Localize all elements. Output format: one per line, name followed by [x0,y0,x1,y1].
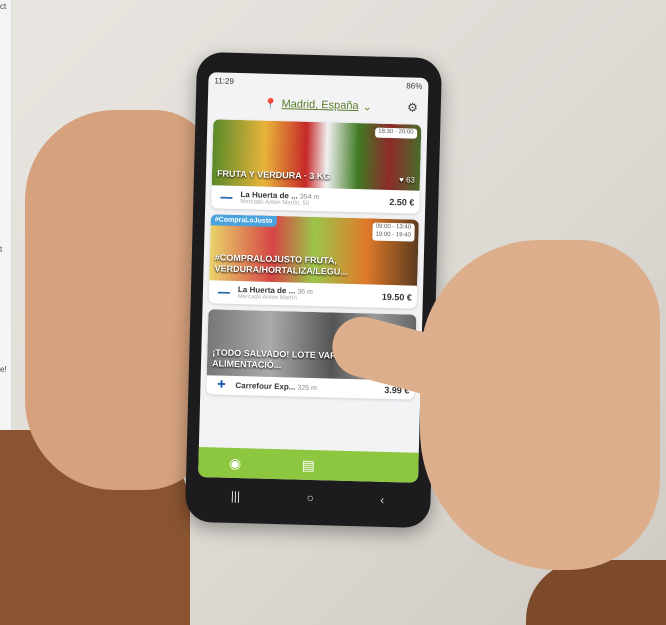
bottom-nav: ◉ ▤ [198,447,419,483]
location-selector[interactable]: 📍 Madrid, España ⌄ ⚙ [208,88,429,122]
home-icon[interactable]: ○ [306,491,314,505]
back-icon[interactable]: ‹ [380,493,384,507]
favorites-count[interactable]: ♥ 63 [399,175,415,184]
offer-card[interactable]: #CompraLoJusto 09:00 - 13:40 19:00 - 19:… [208,214,419,309]
strip-text: t [0,245,3,254]
map-pin-icon: 📍 [263,98,278,111]
store-distance: 36 m [297,288,313,296]
recents-icon[interactable]: ||| [231,489,241,503]
phone-screen: 11:29 86% 📍 Madrid, España ⌄ ⚙ 18:30 - 2… [198,72,429,483]
campaign-badge: #CompraLoJusto [210,214,277,228]
offer-price: 19.50 € [381,291,412,303]
system-nav-bar: ||| ○ ‹ [197,480,418,516]
user-icon[interactable] [345,451,419,483]
strip-text: ct [0,2,7,11]
offer-image: 18:30 - 20:00 FRUTA Y VERDURA · 3 KG ♥ 6… [211,119,422,191]
offer-title: #COMPRALOJUSTO FRUTA, VERDURA/HORTALIZA/… [214,252,348,278]
bag-icon[interactable]: ▤ [271,449,345,481]
pickup-time: 18:30 - 20:00 [375,127,418,139]
offer-card[interactable]: 18:30 - 20:00 FRUTA Y VERDURA · 3 KG ♥ 6… [211,119,422,214]
strip-text: e! [0,365,7,374]
smartphone: 11:29 86% 📍 Madrid, España ⌄ ⚙ 18:30 - 2… [184,51,443,529]
filter-icon[interactable]: ⚙ [407,100,418,114]
map-pin-icon[interactable]: ◉ [198,447,272,479]
pickup-time: 09:00 - 13:40 19:00 - 19:40 [372,222,415,242]
store-logo: ▬▬ [217,288,230,296]
store-logo: ▬▬ [220,194,233,201]
store-name: Carrefour Exp... [235,380,296,392]
status-battery: 86% [406,80,423,91]
chevron-down-icon[interactable]: ⌄ [362,100,372,113]
store-logo: ✚ [217,379,226,391]
status-time: 11:29 [214,75,235,86]
offer-price: 2.50 € [389,196,415,208]
location-label[interactable]: Madrid, España [281,98,358,112]
right-sleeve [526,560,666,625]
right-hand [420,240,660,570]
offer-title: FRUTA Y VERDURA · 3 KG [216,168,331,182]
store-distance: 325 m [297,384,317,393]
offer-image: #CompraLoJusto 09:00 - 13:40 19:00 - 19:… [209,214,419,286]
